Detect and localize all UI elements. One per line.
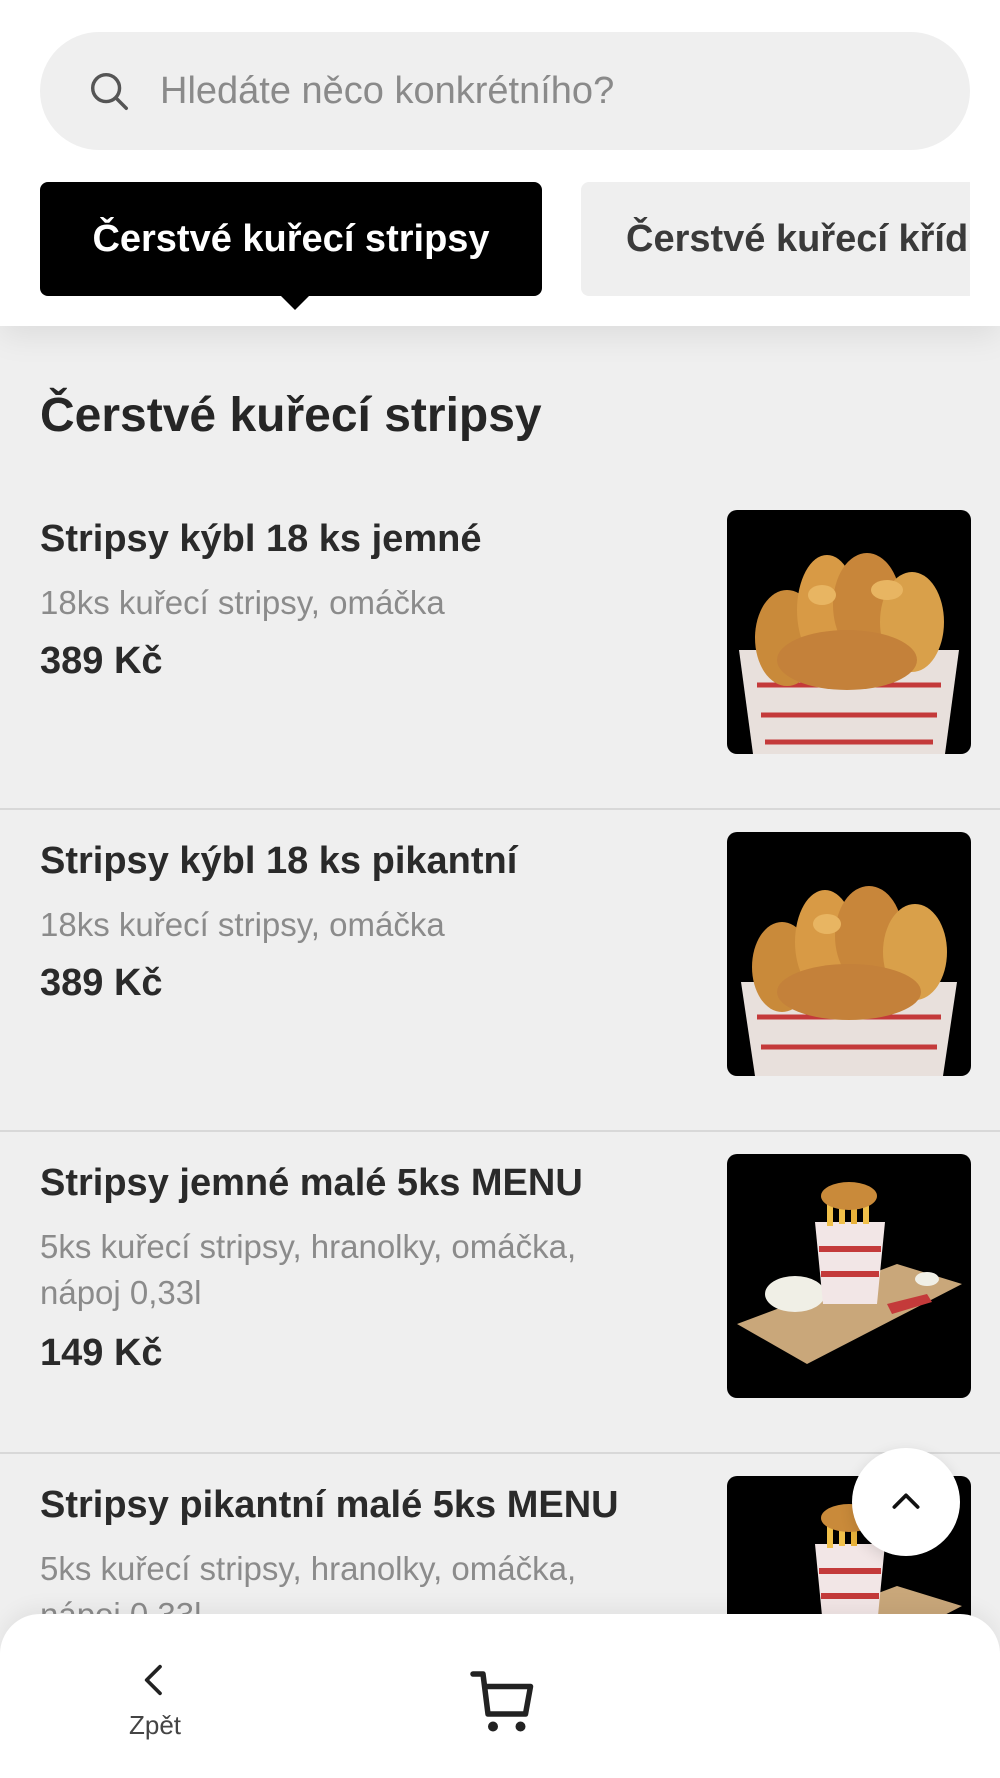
back-button[interactable]: Zpět — [110, 1658, 200, 1758]
bottom-nav: Zpět — [0, 1614, 1000, 1778]
tab-label: Čerstvé kuřecí kříd — [626, 217, 969, 260]
menu-item[interactable]: Stripsy jemné malé 5ks MENU 5ks kuřecí s… — [0, 1132, 1000, 1454]
search-icon — [90, 72, 128, 110]
chevron-up-icon — [892, 1493, 920, 1509]
active-tab-pointer — [281, 296, 309, 310]
item-price: 389 Kč — [40, 640, 163, 682]
item-name: Stripsy kýbl 18 ks pikantní — [40, 840, 518, 882]
item-name: Stripsy jemné malé 5ks MENU — [40, 1162, 583, 1204]
tab-label: Čerstvé kuřecí stripsy — [92, 217, 490, 260]
item-description: 18ks kuřecí stripsy, omáčka — [40, 906, 445, 943]
bucket-strips-image[interactable] — [727, 510, 971, 754]
item-price: 149 Kč — [40, 1332, 163, 1374]
tab-fresh-chicken-strips[interactable]: Čerstvé kuřecí stripsy — [40, 182, 542, 310]
chevron-left-icon — [144, 1664, 162, 1696]
cart-icon — [470, 1671, 534, 1732]
menu-board-image[interactable] — [727, 1154, 971, 1398]
tab-fresh-chicken-wings[interactable]: Čerstvé kuřecí kříd — [581, 182, 970, 296]
menu-item[interactable]: Stripsy kýbl 18 ks jemné 18ks kuřecí str… — [0, 488, 1000, 810]
bucket-strips-image[interactable] — [727, 832, 971, 1076]
cart-button[interactable] — [468, 1664, 538, 1734]
back-label: Zpět — [128, 1710, 182, 1740]
item-description: 5ks kuřecí stripsy, hranolky, omáčka, ná… — [40, 1228, 577, 1311]
search-bar[interactable] — [40, 32, 970, 150]
item-price: 389 Kč — [40, 962, 163, 1004]
section-title: Čerstvé kuřecí stripsy — [40, 389, 542, 442]
scroll-to-top-button[interactable] — [852, 1448, 960, 1556]
menu-item[interactable]: Stripsy kýbl 18 ks pikantní 18ks kuřecí … — [0, 810, 1000, 1132]
category-tabs: Čerstvé kuřecí stripsy Čerstvé kuřecí kř… — [40, 182, 970, 314]
menu-list: Stripsy kýbl 18 ks jemné 18ks kuřecí str… — [0, 488, 1000, 1776]
item-description: 18ks kuřecí stripsy, omáčka — [40, 584, 445, 621]
item-name: Stripsy pikantní malé 5ks MENU — [40, 1484, 619, 1526]
header: Čerstvé kuřecí stripsy Čerstvé kuřecí kř… — [0, 0, 1000, 326]
search-input[interactable] — [160, 69, 920, 113]
item-name: Stripsy kýbl 18 ks jemné — [40, 518, 482, 560]
